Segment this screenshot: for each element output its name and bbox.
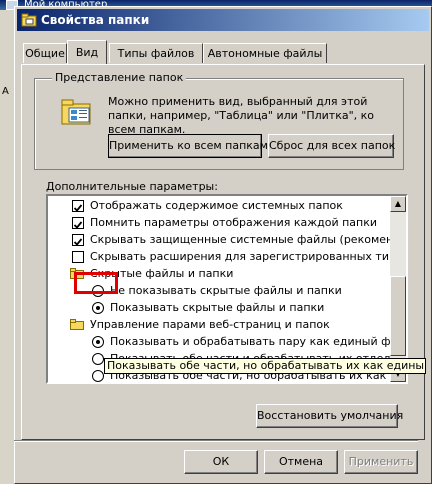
tab-offline-files[interactable]: Автономные файлы	[203, 43, 327, 63]
reset-all-folders-button[interactable]: Сброс для всех папок	[268, 134, 395, 158]
scroll-up-button[interactable]: ▲	[390, 196, 406, 212]
tab-general[interactable]: Общие	[23, 43, 67, 63]
apply-to-all-folders-button[interactable]: Применить ко всем папкам	[108, 134, 268, 158]
list-item-label: Отображать содержимое системных папок	[90, 199, 343, 212]
cancel-button[interactable]: Отмена	[264, 450, 338, 474]
apply-button[interactable]: Применить	[344, 450, 418, 474]
dialog-titlebar[interactable]: Свойства папки	[17, 9, 429, 31]
checkbox-checked[interactable]	[72, 217, 84, 229]
folder-views-label: Представление папок	[52, 72, 187, 84]
radio-selected[interactable]	[92, 336, 104, 348]
background-toolbar-strip	[0, 10, 15, 484]
tooltip: Показывать обе части, но обрабатывать их…	[104, 358, 426, 374]
advanced-settings-label: Дополнительные параметры:	[46, 180, 218, 193]
ok-button[interactable]: ОК	[184, 450, 258, 474]
radio-unselected[interactable]	[92, 370, 104, 382]
checkbox-unchecked[interactable]	[72, 251, 84, 263]
list-item-label: Скрывать расширения для зарегистрированн…	[90, 250, 406, 263]
radio-unselected[interactable]	[92, 353, 104, 365]
folder-icon	[70, 319, 84, 330]
background-address-letter: A	[2, 86, 9, 97]
radio-selected[interactable]	[92, 302, 104, 314]
checkbox-checked[interactable]	[72, 234, 84, 246]
dialog-title: Свойства папки	[41, 13, 150, 27]
list-item-label: Показывать скрытые файлы и папки	[110, 301, 325, 314]
list-item-label: Не показывать скрытые файлы и папки	[110, 284, 342, 297]
vertical-scrollbar[interactable]: ▲ ▼	[390, 196, 406, 382]
tab-view[interactable]: Вид	[67, 40, 107, 64]
folder-views-description: Можно применить вид, выбранный для этой …	[108, 95, 375, 136]
list-group-label: Управление парами веб-страниц и папок	[90, 318, 330, 331]
folder-views-icon	[61, 99, 91, 125]
red-highlight-box	[74, 272, 118, 294]
dialog-divider	[14, 440, 418, 442]
scroll-thumb[interactable]	[390, 276, 406, 356]
list-item-label: Скрывать защищенные системные файлы (рек…	[90, 233, 408, 246]
folder-options-icon	[21, 13, 37, 27]
checkbox-checked[interactable]	[72, 200, 84, 212]
list-item-label: Помнить параметры отображения каждой пап…	[90, 216, 378, 229]
restore-defaults-button[interactable]: Восстановить умолчания	[256, 404, 403, 428]
list-item-label: Показывать и обрабатывать пару как едины…	[110, 335, 408, 348]
tab-file-types[interactable]: Типы файлов	[109, 43, 203, 63]
